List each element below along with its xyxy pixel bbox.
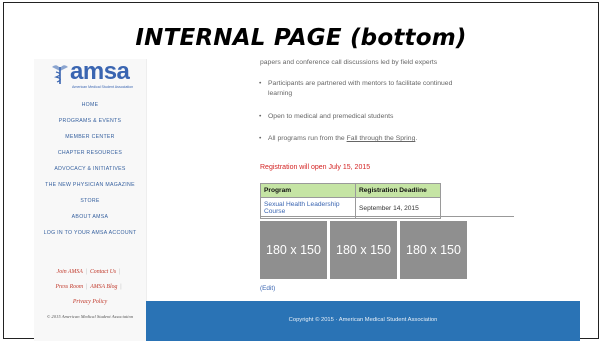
amsa-blog-link[interactable]: AMSA Blog [90,284,117,290]
utility-separator: | [119,269,121,275]
nav-item-home[interactable]: HOME [34,102,146,108]
amsa-logo[interactable]: amsa American Medical Student Associatio… [50,58,146,91]
page-banner: INTERNAL PAGE (bottom) [135,25,467,51]
utility-links-row-1: Join AMSA | Contact Us | [34,269,146,275]
contact-us-link[interactable]: Contact Us [90,269,116,275]
nav-item-chapter-resources[interactable]: CHAPTER RESOURCES [34,150,146,156]
nav-item-new-physician[interactable]: THE NEW PHYSICIAN MAGAZINE [34,182,146,188]
content-line: papers and conference call discussions l… [260,59,438,66]
bullet-mentors: Participants are partnered with mentors … [259,79,453,99]
footer-copyright: Copyright © 2015 · American Medical Stud… [288,317,438,323]
bullet-mentors-text-1: Participants are partnered with mentors … [268,80,453,87]
main-content: papers and conference call discussions l… [146,59,580,294]
nav-item-store[interactable]: STORE [34,198,146,204]
nav-item-member-center[interactable]: MEMBER CENTER [34,134,146,140]
image-placeholder-2: 180 x 150 [330,221,397,279]
caduceus-icon [52,65,68,84]
divider [260,216,514,217]
nav-item-advocacy[interactable]: ADVOCACY & INITIATIVES [34,166,146,172]
registration-notice: Registration will open July 15, 2015 [260,164,371,171]
sidebar: amsa American Medical Student Associatio… [34,58,147,341]
website-page: amsa American Medical Student Associatio… [34,58,580,341]
nav-item-login[interactable]: LOG IN TO YOUR AMSA ACCOUNT [34,230,146,236]
bullet-mentors-text-2: learning [268,90,293,97]
join-amsa-link[interactable]: Join AMSA [57,269,83,275]
table-header-row: Program Registration Deadline [260,183,441,198]
site-footer: Copyright © 2015 · American Medical Stud… [146,301,580,341]
program-deadline-table: Program Registration Deadline Sexual Hea… [260,183,441,219]
bullet-schedule-period: . [415,135,418,142]
logo-subtitle: American Medical Student Association [72,85,134,89]
bullet-schedule: All programs run from the Fall through t… [259,134,418,144]
sidebar-copyright: © 2015 American Medical Student Associat… [46,314,134,319]
fall-spring-link[interactable]: Fall through the Spring [347,135,416,142]
edit-link[interactable]: (Edit) [260,285,275,292]
utility-links-row-2: Press Room | AMSA Blog | [34,284,146,290]
logo-wordmark: amsa [70,58,130,85]
utility-separator: | [85,269,87,275]
image-placeholder-3: 180 x 150 [400,221,467,279]
column-header-program: Program [260,183,356,198]
column-header-deadline: Registration Deadline [355,183,441,198]
utility-separator: | [120,284,122,290]
bullet-eligibility: Open to medical and premedical students [259,112,393,122]
bullet-schedule-text: All programs run from the [268,135,347,142]
utility-separator: | [86,284,88,290]
screenshot-frame: INTERNAL PAGE (bottom) amsa American Med… [3,2,599,341]
image-placeholder-1: 180 x 150 [260,221,327,279]
nav-item-programs-events[interactable]: PROGRAMS & EVENTS [34,118,146,124]
privacy-policy-link[interactable]: Privacy Policy [34,299,146,305]
press-room-link[interactable]: Press Room [55,284,83,290]
nav-item-about[interactable]: ABOUT AMSA [34,214,146,220]
